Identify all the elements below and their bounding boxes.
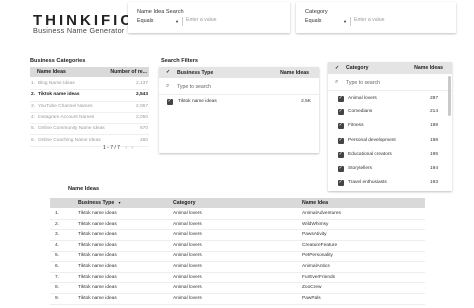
table-row[interactable]: 7. Tiktok name ideas Animal lovers FurEv… <box>50 273 425 284</box>
col-category[interactable]: Category <box>173 200 196 206</box>
table-row[interactable]: 2. Tiktok name ideas Animal lovers WildW… <box>50 220 425 231</box>
col-number-of-records[interactable]: Number of re... <box>110 69 147 75</box>
business-type-search-input[interactable]: Type to search <box>177 84 211 90</box>
table-row[interactable]: 8. Tiktok name ideas Animal lovers ZooCr… <box>50 283 425 294</box>
name-ideas-title: Name Ideas <box>68 186 100 192</box>
category-filter[interactable]: Category Equals ▼ Enter a value <box>296 2 456 33</box>
search-icon: ⌕ <box>166 83 170 89</box>
checkbox-checked-icon[interactable]: ✓ <box>338 108 344 115</box>
list-item[interactable]: ✓ Storytellers 194 <box>328 163 452 175</box>
category-panel-header: ✓ Category Name Ideas <box>328 62 452 74</box>
sort-desc-icon: ▼ <box>117 201 122 205</box>
page-subtitle: Business Name Generator <box>33 26 125 35</box>
checkbox-checked-icon[interactable]: ✓ <box>338 165 344 172</box>
pagination: 1 - 7 / 7 ‹ › <box>103 145 133 151</box>
category-search[interactable]: ⌕ Type to search <box>328 76 452 91</box>
table-row[interactable]: 4. Tiktok name ideas Animal lovers Creat… <box>50 241 425 252</box>
checkbox-checked-icon[interactable]: ✓ <box>338 137 344 144</box>
category-input[interactable]: Enter a value <box>350 17 452 26</box>
business-categories-header: Name Ideas Number of re... <box>30 67 149 77</box>
checkbox-checked-icon[interactable]: ✓ <box>338 122 344 129</box>
chevron-right-icon[interactable]: › <box>131 145 133 151</box>
name-search-operator: Equals <box>137 18 154 24</box>
list-item[interactable]: ✓ Tiktok name ideas 2.5K <box>159 97 319 107</box>
col-name-ideas: Name Ideas <box>414 65 443 71</box>
col-name-idea[interactable]: Name Idea <box>302 200 328 206</box>
search-icon: ⌕ <box>335 79 339 85</box>
name-search-label: Name Idea Search <box>137 9 184 15</box>
chevron-left-icon[interactable]: ‹ <box>125 145 127 151</box>
name-idea-search-filter[interactable]: Name Idea Search Equals ▼ Enter a value <box>128 2 290 33</box>
search-filters-title: Search Filters <box>161 58 198 64</box>
col-category: Category <box>346 65 369 71</box>
table-row[interactable]: 5. Tiktok name ideas Animal lovers PetPe… <box>50 251 425 263</box>
name-ideas-header: Business Type ▼ Category Name Idea <box>50 198 425 208</box>
category-operator-select[interactable]: Equals ▼ <box>305 18 349 27</box>
chevron-down-icon: ▼ <box>175 19 179 24</box>
list-item[interactable]: ✓ Fitness 198 <box>328 120 452 132</box>
col-business-type: Business Type <box>177 70 214 76</box>
list-item[interactable]: ✓ Educational creators 195 <box>328 149 452 161</box>
category-search-input[interactable]: Type to search <box>346 80 380 86</box>
table-row[interactable]: 3. Tiktok name ideas Animal lovers PawsA… <box>50 230 425 241</box>
business-categories-title: Business Categories <box>30 58 86 64</box>
checkbox-checked-icon[interactable]: ✓ <box>338 151 344 158</box>
pagination-label: 1 - 7 / 7 <box>103 145 120 151</box>
check-all-icon[interactable]: ✓ <box>335 65 339 71</box>
checkbox-checked-icon[interactable]: ✓ <box>338 179 344 186</box>
name-search-input[interactable]: Enter a value <box>182 17 286 26</box>
table-row[interactable]: 9. Tiktok name ideas Animal lovers PawPa… <box>50 294 425 305</box>
table-row[interactable]: 1. Tiktok name ideas Animal lovers Anima… <box>50 209 425 220</box>
category-operator: Equals <box>305 18 322 24</box>
checkbox-checked-icon[interactable]: ✓ <box>167 98 173 105</box>
check-all-icon[interactable]: ✓ <box>166 69 170 75</box>
business-type-filter-panel: ✓ Business Type Name Ideas ⌕ Type to sea… <box>159 67 319 153</box>
col-business-type[interactable]: Business Type ▼ <box>78 200 121 206</box>
category-filter-panel: ✓ Category Name Ideas ⌕ Type to search ✓… <box>328 62 452 191</box>
name-search-operator-select[interactable]: Equals ▼ <box>137 18 181 27</box>
list-item[interactable]: ✓ Comedians 214 <box>328 106 452 118</box>
chevron-down-icon: ▼ <box>343 19 347 24</box>
scrollbar[interactable] <box>448 76 451 116</box>
business-type-search[interactable]: ⌕ Type to search <box>159 80 319 95</box>
list-item[interactable]: ✓ Personal development 198 <box>328 135 452 147</box>
category-filter-label: Category <box>305 9 328 15</box>
checkbox-checked-icon[interactable]: ✓ <box>338 95 344 102</box>
list-item[interactable]: ✓ Travel enthusiasts 193 <box>328 177 452 189</box>
business-type-panel-header: ✓ Business Type Name Ideas <box>159 67 319 78</box>
list-item[interactable]: ✓ Animal lovers 287 <box>328 93 452 105</box>
table-row[interactable]: 6. Tiktok name ideas Animal lovers Anima… <box>50 262 425 273</box>
col-name-ideas[interactable]: Name Ideas <box>37 69 66 75</box>
col-name-ideas: Name Ideas <box>280 70 309 76</box>
